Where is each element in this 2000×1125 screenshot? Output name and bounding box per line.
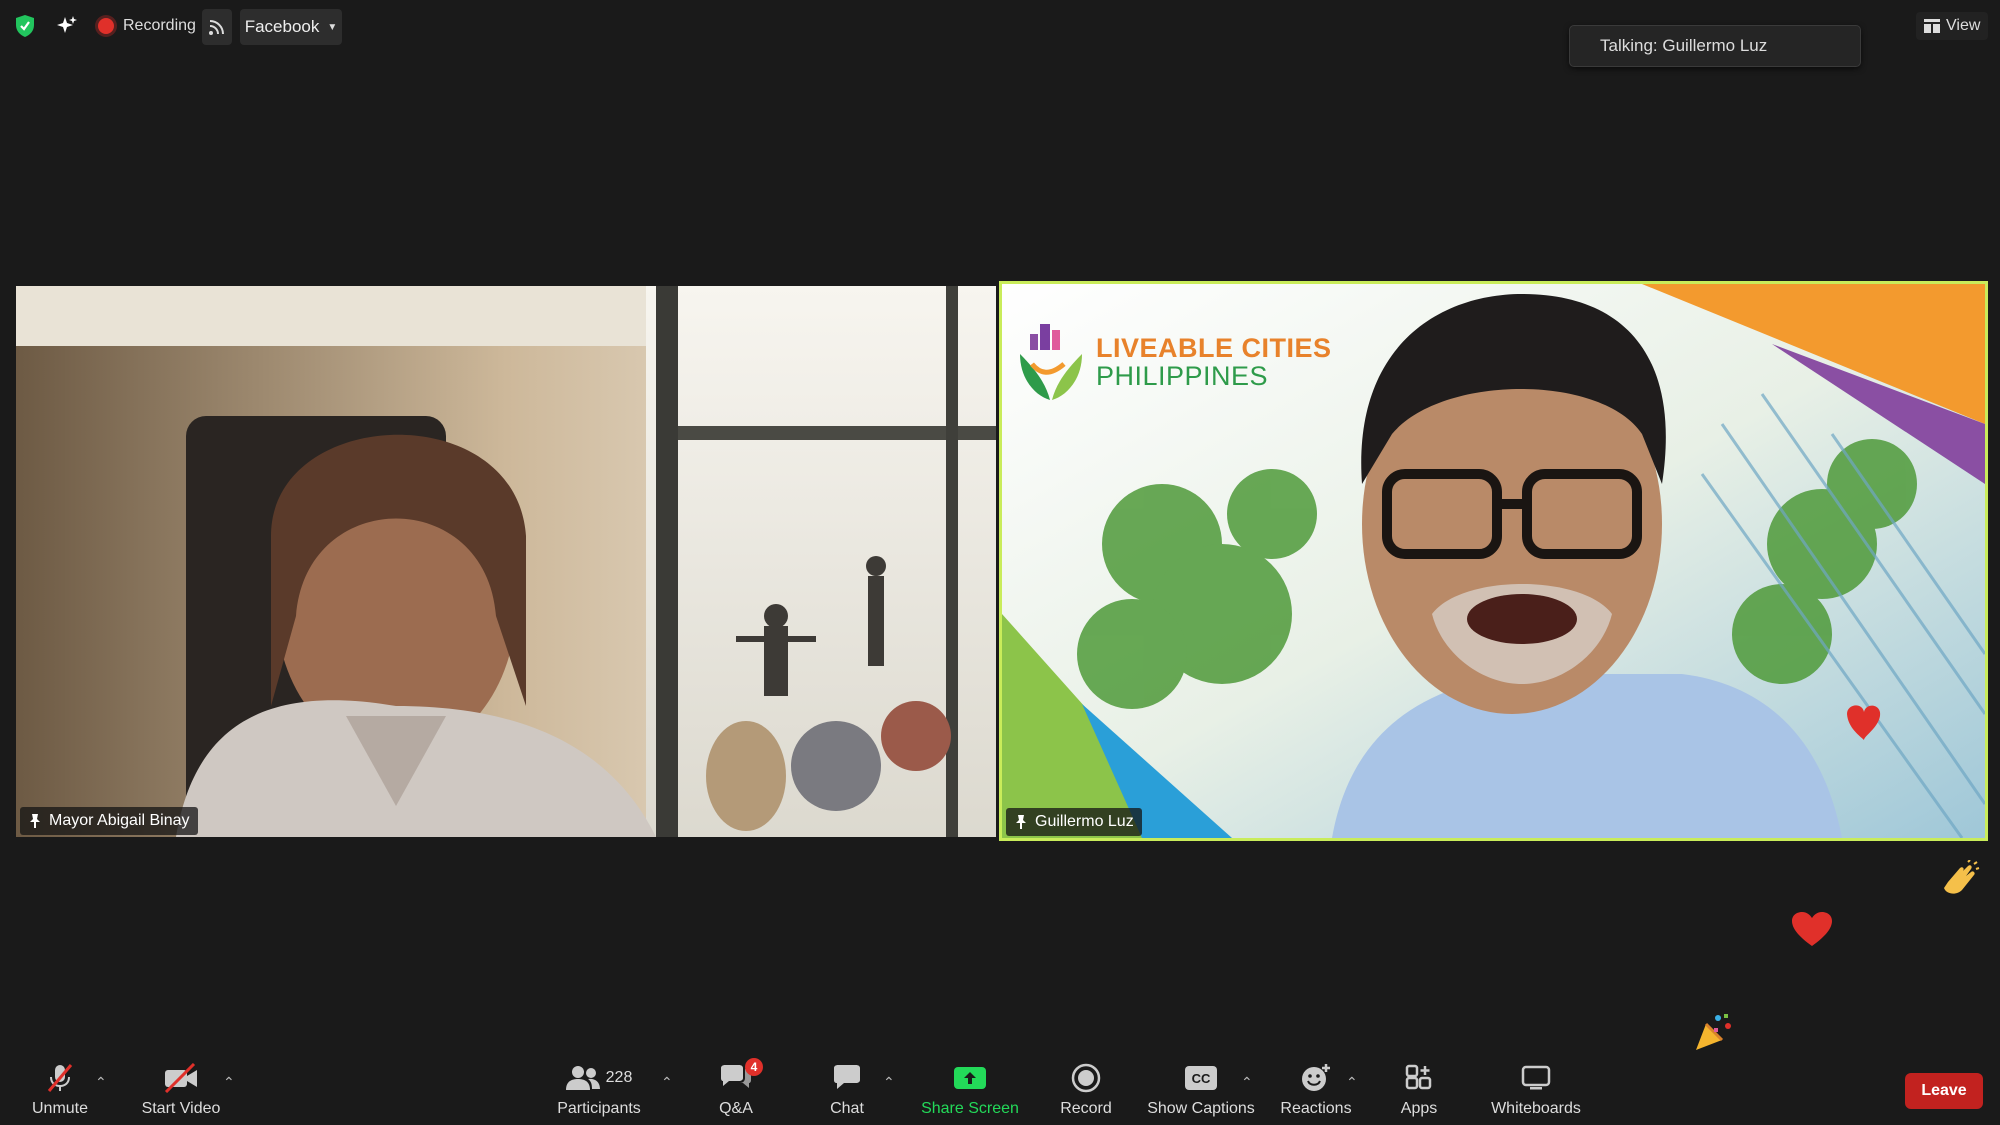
- talking-label: Talking: Guillermo Luz: [1600, 36, 1768, 55]
- view-label: View: [1946, 17, 1981, 34]
- reactions-label: Reactions: [1280, 1100, 1352, 1117]
- record-label: Record: [1060, 1100, 1112, 1117]
- record-icon: [1071, 1063, 1101, 1093]
- reactions-options-caret[interactable]: ⌃: [1346, 1074, 1358, 1091]
- chat-options-caret[interactable]: ⌃: [883, 1074, 895, 1091]
- pin-icon: [30, 814, 40, 828]
- participant-name: Guillermo Luz: [1035, 813, 1134, 830]
- participants-button[interactable]: 228 Participants: [553, 1062, 645, 1118]
- view-button[interactable]: View: [1916, 12, 1989, 40]
- apps-label: Apps: [1400, 1100, 1438, 1117]
- microphone-muted-icon: [47, 1064, 73, 1092]
- heart-reaction: [1792, 912, 1832, 953]
- show-captions-label: Show Captions: [1147, 1100, 1255, 1117]
- recording-indicator[interactable]: Recording: [98, 15, 196, 37]
- video-options-caret[interactable]: ⌃: [223, 1074, 235, 1091]
- talking-indicator: Talking: Guillermo Luz: [1569, 25, 1861, 67]
- participant-name-tag: Mayor Abigail Binay: [20, 807, 198, 835]
- participants-icon: [565, 1066, 600, 1090]
- qa-badge: 4: [745, 1058, 763, 1076]
- qa-label: Q&A: [719, 1100, 753, 1117]
- clap-icon: [1944, 859, 1980, 894]
- logo-line-2: PHILIPPINES: [1096, 361, 1269, 391]
- share-screen-label: Share Screen: [921, 1100, 1019, 1117]
- chat-bubble-icon: [834, 1065, 860, 1089]
- whiteboards-label: Whiteboards: [1491, 1100, 1581, 1117]
- video-feed: [16, 286, 996, 837]
- captions-options-caret[interactable]: ⌃: [1241, 1074, 1253, 1091]
- liveable-cities-logo-icon: [1020, 324, 1082, 400]
- video-tile-guillermo-luz[interactable]: LIVEABLE CITIES PHILIPPINES Guillermo Lu…: [999, 281, 1988, 841]
- participants-options-caret[interactable]: ⌃: [661, 1074, 673, 1091]
- video-camera-off-icon: [164, 1063, 197, 1093]
- stream-target-dropdown[interactable]: Facebook ▼: [240, 9, 342, 45]
- whiteboards-button[interactable]: Whiteboards: [1488, 1062, 1584, 1118]
- leave-label: Leave: [1921, 1082, 1967, 1099]
- participants-count: 228: [605, 1069, 633, 1086]
- clap-reaction: [1938, 859, 1980, 909]
- meeting-toolbar: Unmute ⌃ Start Video ⌃ 228 Participants …: [0, 1052, 2000, 1125]
- share-screen-button[interactable]: Share Screen: [920, 1062, 1020, 1118]
- start-video-label: Start Video: [141, 1100, 221, 1117]
- chat-button[interactable]: Chat: [824, 1062, 870, 1118]
- unmute-label: Unmute: [31, 1100, 89, 1117]
- shield-icon: [16, 15, 34, 37]
- unmute-button[interactable]: Unmute: [28, 1062, 92, 1118]
- participant-name-tag: Guillermo Luz: [1006, 808, 1142, 836]
- recording-dot-icon: [98, 18, 114, 34]
- smiley-add-icon: [1302, 1064, 1330, 1091]
- apps-icon: [1405, 1064, 1432, 1090]
- reactions-button[interactable]: Reactions: [1280, 1062, 1352, 1118]
- grid-view-icon: [1924, 19, 1940, 33]
- rss-broadcast-icon: [209, 20, 224, 35]
- participant-name: Mayor Abigail Binay: [49, 812, 190, 829]
- video-tile-abigail-binay[interactable]: Mayor Abigail Binay: [16, 286, 996, 837]
- chat-label: Chat: [830, 1100, 864, 1117]
- heart-icon: [1792, 912, 1832, 946]
- liveable-cities-logo: LIVEABLE CITIES PHILIPPINES: [1016, 320, 1332, 404]
- audio-options-caret[interactable]: ⌃: [95, 1074, 107, 1091]
- logo-line-1: LIVEABLE CITIES: [1096, 332, 1332, 363]
- share-screen-icon: [954, 1067, 986, 1089]
- participants-label: Participants: [557, 1100, 641, 1117]
- qa-button[interactable]: 4 Q&A: [712, 1058, 763, 1118]
- whiteboard-icon: [1521, 1065, 1551, 1090]
- party-popper-icon: [1696, 1014, 1731, 1050]
- show-captions-button[interactable]: CC Show Captions: [1146, 1062, 1256, 1118]
- start-video-button[interactable]: Start Video: [138, 1062, 224, 1118]
- stream-target-label: Facebook: [244, 17, 320, 36]
- recording-label: Recording: [123, 17, 196, 34]
- caret-down-icon: ▼: [327, 21, 338, 33]
- sparkle-icon: [57, 16, 77, 33]
- party-popper-reaction: [1694, 1012, 1734, 1057]
- closed-captions-icon: CC: [1185, 1066, 1217, 1090]
- live-stream-button[interactable]: [202, 9, 232, 45]
- apps-button[interactable]: Apps: [1398, 1062, 1440, 1118]
- security-shield-button[interactable]: [14, 14, 38, 38]
- leave-button[interactable]: Leave: [1905, 1073, 1983, 1109]
- ai-companion-button[interactable]: [56, 14, 80, 38]
- pin-icon: [1016, 815, 1026, 829]
- record-button[interactable]: Record: [1058, 1062, 1114, 1118]
